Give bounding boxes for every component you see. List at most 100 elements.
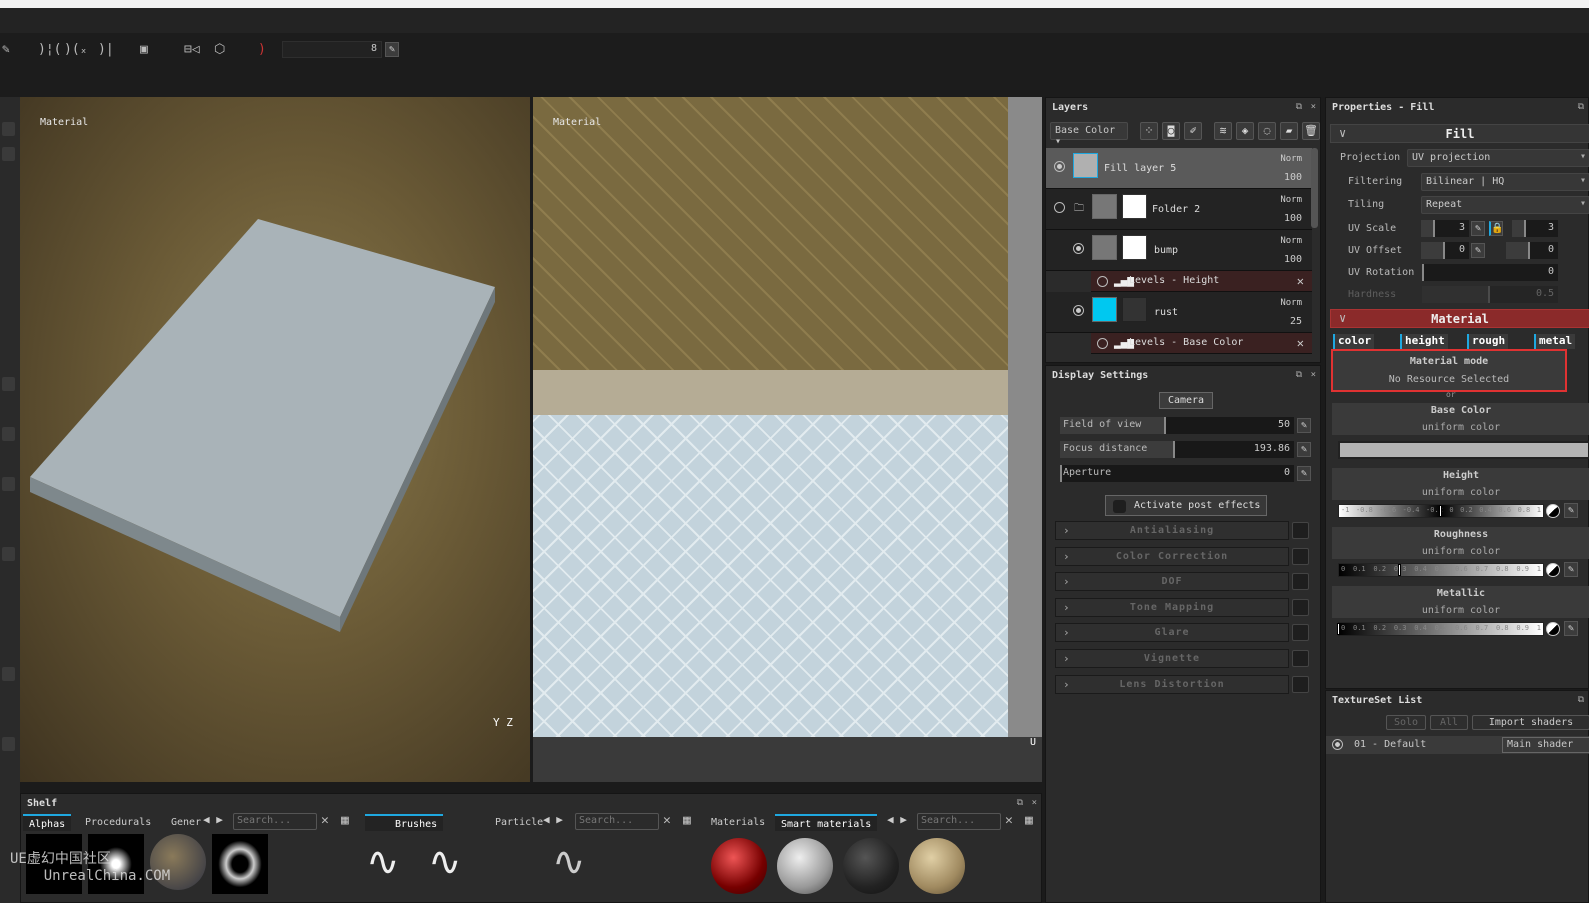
material-section-header[interactable]: ∨ Material [1330, 309, 1589, 328]
shelf-tab-smart-materials[interactable]: Smart materials [775, 814, 878, 831]
brush-thumbnail[interactable]: ∿ [428, 834, 484, 894]
shelf-tab-generators[interactable]: Gener [165, 814, 205, 831]
tool-button[interactable] [2, 377, 15, 391]
blend-mode[interactable]: Norm [1280, 236, 1302, 246]
material-thumbnail[interactable] [777, 838, 833, 894]
channel-mode[interactable]: uniform color [1332, 487, 1589, 498]
shelf-tab-procedurals[interactable]: Procedurals [79, 814, 157, 831]
tab-scroll-arrows[interactable]: ◀ ▶ [543, 813, 563, 826]
add-generator-icon[interactable]: ◌ [1258, 122, 1276, 140]
undock-icon[interactable]: ⧉ [1578, 102, 1584, 112]
mirror-icon[interactable]: )| [98, 41, 114, 59]
focus-distance-slider[interactable]: Focus distance 193.86 [1060, 441, 1294, 458]
post-effect-section[interactable]: › Antialiasing [1055, 521, 1289, 540]
uv-scale-u-input[interactable]: 3 [1421, 220, 1469, 237]
material-thumbnail[interactable] [843, 838, 899, 894]
cube-icon[interactable]: ⬡ [214, 41, 225, 59]
section-enable-checkbox[interactable] [1292, 547, 1309, 565]
channel-tab-color[interactable]: color [1333, 334, 1375, 349]
tool-button[interactable] [2, 427, 15, 441]
clear-search-icon[interactable]: ✕ [321, 813, 329, 828]
layer-row[interactable]: 🗀 Folder 2 Norm 100 [1046, 189, 1312, 230]
delete-icon[interactable]: 🗑 [1302, 122, 1320, 140]
channel-mode[interactable]: uniform color [1332, 605, 1589, 616]
add-layer-icon[interactable]: ≋ [1214, 122, 1232, 140]
tool-button[interactable] [2, 667, 15, 681]
clear-icon[interactable]: ✐ [1184, 122, 1202, 140]
channel-mode[interactable]: uniform color [1332, 546, 1589, 557]
close-icon[interactable]: × [1311, 370, 1316, 380]
activate-post-effects-toggle[interactable]: Activate post effects [1105, 495, 1267, 516]
tab-scroll-arrows[interactable]: ◀ ▶ [203, 813, 223, 826]
material-mode-selector[interactable]: Material mode No Resource Selected [1331, 349, 1567, 392]
viewport-2d[interactable]: Material U [533, 97, 1042, 782]
uv-rotation-slider[interactable]: 0 [1422, 264, 1558, 281]
blend-mode[interactable]: Norm [1280, 154, 1302, 164]
post-effect-section[interactable]: › DOF [1055, 572, 1289, 592]
tool-button[interactable] [2, 477, 15, 491]
pencil-icon[interactable]: ✎ [1564, 562, 1578, 577]
undock-icon[interactable]: ⧉ [1296, 370, 1302, 380]
value-gradient-slider[interactable]: -1 -0.8 -0.6 -0.4 -0.2 0 0.2 0.4 0.6 0.8 1 [1338, 504, 1544, 518]
layer-row[interactable]: Fill layer 5 Norm 100 [1046, 148, 1312, 189]
remove-effect-icon[interactable]: ✕ [1297, 274, 1304, 288]
color-picker-icon[interactable] [1546, 622, 1560, 636]
uv-scale-v-input[interactable]: 3 [1512, 220, 1558, 237]
lazy-mouse-icon[interactable]: ) [258, 41, 266, 59]
brush-size-slider[interactable]: 8 [282, 41, 382, 58]
section-enable-checkbox[interactable] [1292, 573, 1309, 591]
channel-mode[interactable]: uniform color [1332, 422, 1589, 433]
pencil-icon[interactable]: ✎ [1297, 442, 1311, 457]
undock-icon[interactable]: ⧉ [1578, 695, 1584, 705]
pencil-icon[interactable]: ✎ [385, 42, 399, 57]
slider-handle[interactable] [1439, 505, 1442, 517]
shader-dropdown[interactable]: Main shader [1502, 737, 1589, 753]
undock-icon[interactable]: ⧉ [1296, 102, 1302, 112]
section-enable-checkbox[interactable] [1292, 650, 1309, 667]
brush-thumbnail[interactable]: ∿ [552, 834, 608, 894]
fill-section-header[interactable]: ∨ Fill [1330, 124, 1589, 143]
close-icon[interactable]: × [1032, 798, 1037, 808]
effect-row[interactable]: ▂▄▆ Levels - Height ✕ [1091, 271, 1312, 292]
layers-scrollbar[interactable] [1311, 148, 1318, 228]
add-fill-icon[interactable]: ◈ [1236, 122, 1254, 140]
all-button[interactable]: All [1430, 715, 1468, 730]
shelf-tab-materials[interactable]: Materials [705, 814, 771, 831]
checkbox[interactable] [1113, 500, 1126, 513]
base-color-swatch[interactable] [1338, 441, 1589, 459]
uv-offset-v-input[interactable]: 0 [1506, 242, 1558, 259]
material-thumbnail[interactable] [909, 838, 965, 894]
projection-dropdown[interactable]: UV projection [1407, 149, 1589, 167]
clear-search-icon[interactable]: ✕ [663, 813, 671, 828]
pencil-icon[interactable]: ✎ [1564, 621, 1578, 636]
undock-icon[interactable]: ⧉ [1017, 798, 1023, 808]
add-mask-icon[interactable]: ◙ [1162, 122, 1180, 140]
add-folder-icon[interactable]: ▰ [1280, 122, 1298, 140]
add-effect-icon[interactable]: ⁘ [1140, 122, 1158, 140]
visibility-icon[interactable] [1073, 243, 1084, 254]
visibility-icon[interactable] [1332, 739, 1343, 750]
layer-opacity[interactable]: 25 [1290, 316, 1302, 327]
filtering-dropdown[interactable]: Bilinear | HQ [1421, 173, 1589, 191]
layer-opacity[interactable]: 100 [1284, 254, 1302, 265]
mirror-x-icon[interactable]: )(ₓ [64, 41, 87, 59]
grid-view-icon[interactable]: ▦ [341, 813, 349, 828]
channel-tab-rough[interactable]: rough [1467, 334, 1509, 349]
pencil-icon[interactable]: ✎ [1297, 418, 1311, 433]
view-mode-icon[interactable]: ▣ [140, 41, 148, 59]
brush-thumbnail[interactable] [490, 834, 546, 894]
pencil-icon[interactable]: ✎ [1297, 466, 1311, 481]
visibility-icon[interactable] [1054, 161, 1065, 172]
layer-opacity[interactable]: 100 [1284, 172, 1302, 183]
tool-button[interactable] [2, 547, 15, 561]
blend-mode[interactable]: Norm [1280, 195, 1302, 205]
layer-row[interactable]: rust Norm 25 [1046, 292, 1312, 333]
pencil-icon[interactable]: ✎ [1564, 503, 1578, 518]
channel-tab-metal[interactable]: metal [1534, 334, 1576, 349]
shelf-tab-particles[interactable]: Particle [471, 814, 549, 831]
channel-tab-height[interactable]: height [1400, 334, 1448, 349]
effect-row[interactable]: ▂▄▆ Levels - Base Color ✕ [1091, 333, 1312, 354]
layer-row[interactable]: bump Norm 100 [1046, 230, 1312, 271]
value-gradient-slider[interactable]: 0 0.1 0.2 0.3 0.4 0.5 0.6 0.7 0.8 0.9 1 [1337, 622, 1544, 636]
visibility-icon[interactable] [1054, 202, 1065, 213]
